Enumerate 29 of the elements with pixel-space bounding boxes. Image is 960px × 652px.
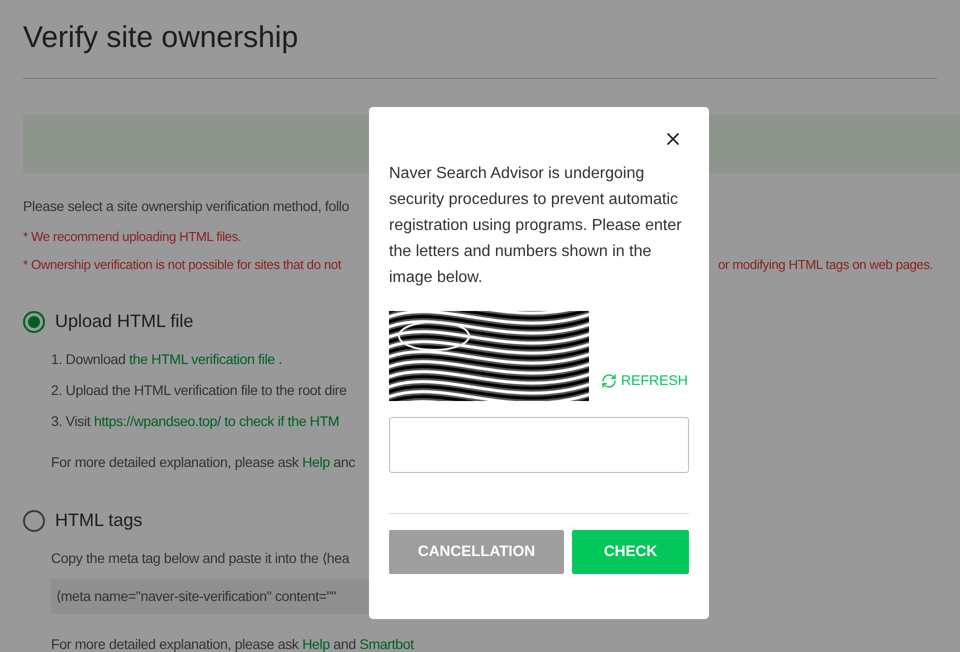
help-text: For more detailed explanation, please ask — [51, 453, 300, 472]
page-title: Verify site ownership — [23, 20, 300, 56]
help-text: anc — [332, 453, 356, 472]
dialog-message: Naver Search Advisor is undergoing security procedures to prevent automatic registration using programs. Please enter the letters and numbers shown in the image below. — [389, 164, 683, 288]
intro-text: Please select a site ownership verification method, follo — [23, 197, 350, 216]
meta-tag-code: ⟨meta name="naver-site-verification" content="" — [56, 588, 336, 604]
cancel-button[interactable]: CANCELLATION — [389, 530, 564, 574]
instruction-text: 2. Upload the HTML verification file to the root dire — [51, 381, 347, 400]
captcha-input-field[interactable] — [389, 417, 689, 473]
method-label: HTML tags — [55, 509, 142, 532]
warning-note: * We recommend uploading HTML files. — [23, 228, 242, 246]
refresh-button[interactable]: REFRESH — [601, 370, 688, 391]
refresh-icon — [601, 372, 617, 388]
radio-button[interactable] — [23, 510, 45, 532]
warning-note: or modifying HTML tags on web pages. — [718, 256, 933, 274]
warning-note: * Ownership verification is not possible for sites that do not — [23, 256, 342, 274]
instruction-text: 3. Visit — [51, 412, 92, 431]
check-button[interactable]: CHECK — [572, 530, 689, 574]
link[interactable]: the HTML verification file . — [129, 349, 282, 370]
instruction-text: 1. Download — [51, 350, 127, 369]
method-label: Upload HTML file — [55, 310, 194, 333]
link[interactable]: Help — [302, 634, 330, 652]
help-text: For more detailed explanation, please ask — [51, 635, 300, 652]
radio-button[interactable] — [23, 310, 45, 332]
link[interactable]: Smartbot — [359, 634, 414, 652]
link[interactable]: https://wpandseo.top/ to check if the HTM — [94, 411, 340, 432]
help-text: and — [332, 635, 357, 652]
link[interactable]: Help — [302, 452, 330, 473]
instruction-text: Copy the meta tag below and paste it into the ⟨hea — [51, 549, 350, 568]
